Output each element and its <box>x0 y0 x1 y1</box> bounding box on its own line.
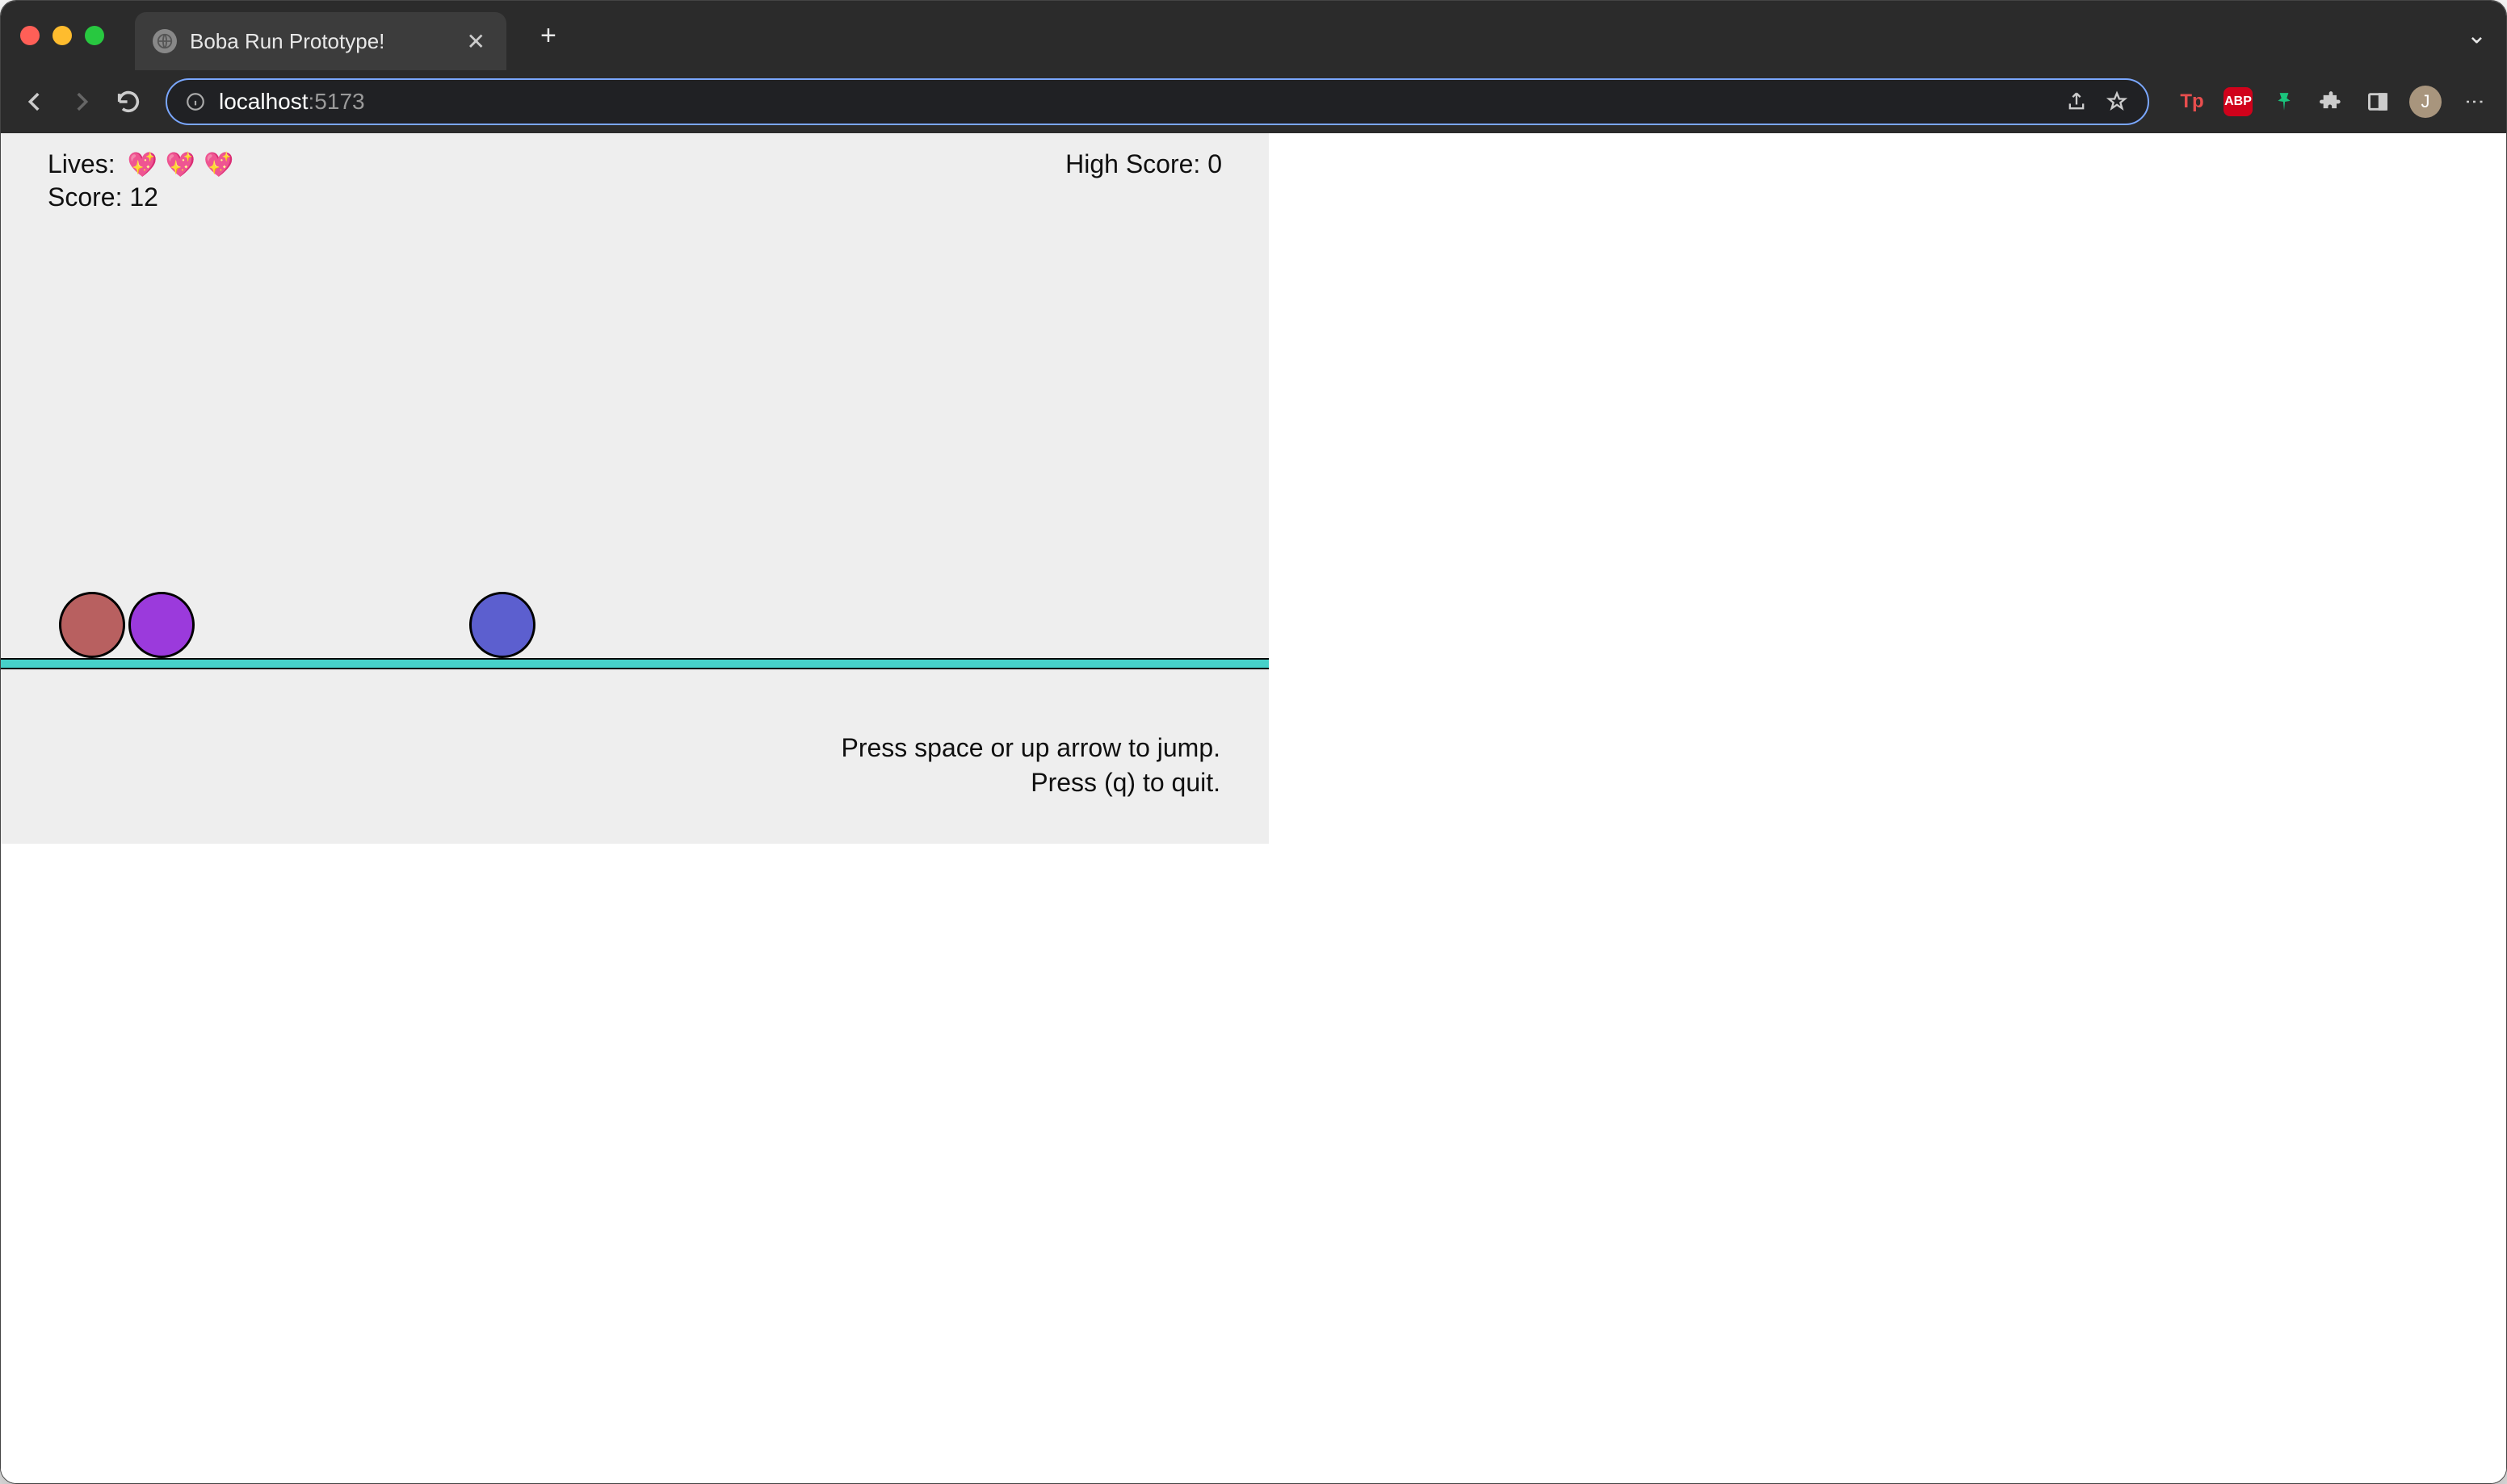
game-ball <box>128 592 195 658</box>
game-ball <box>59 592 125 658</box>
ground-line <box>1 658 1269 669</box>
hud-left: Lives: 💖 💖 💖 Score: 12 <box>48 149 234 212</box>
browser-menu-icon[interactable]: ⋮ <box>2458 87 2490 116</box>
bookmark-star-icon[interactable] <box>2102 87 2131 116</box>
window-controls <box>20 26 104 45</box>
globe-icon <box>153 29 177 53</box>
browser-toolbar: localhost:5173 Tp ABP J ⋮ <box>1 70 2506 133</box>
browser-tab[interactable]: Boba Run Prototype! ✕ <box>135 12 506 70</box>
close-window-button[interactable] <box>20 26 40 45</box>
fullscreen-window-button[interactable] <box>85 26 104 45</box>
help-jump: Press space or up arrow to jump. <box>841 731 1220 765</box>
page-content: Lives: 💖 💖 💖 Score: 12 High Score: 0 Press… <box>1 133 2506 1483</box>
heart-icon: 💖 <box>166 151 195 179</box>
extension-abp-icon[interactable]: ABP <box>2224 87 2253 116</box>
game-canvas[interactable]: Lives: 💖 💖 💖 Score: 12 High Score: 0 Press… <box>1 133 1269 844</box>
share-icon[interactable] <box>2062 87 2091 116</box>
forward-button[interactable] <box>64 84 99 119</box>
tab-list-dropdown[interactable]: ⌄ <box>2467 22 2487 50</box>
high-score-label: High Score: <box>1065 149 1200 178</box>
titlebar: Boba Run Prototype! ✕ + ⌄ <box>1 1 2506 70</box>
hud-top: Lives: 💖 💖 💖 Score: 12 High Score: 0 <box>48 149 1222 212</box>
game-ball <box>469 592 535 658</box>
extension-pin-icon[interactable] <box>2269 86 2299 117</box>
lives-hearts: 💖 💖 💖 <box>127 151 233 179</box>
high-score-value: 0 <box>1207 149 1222 178</box>
side-panel-icon[interactable] <box>2362 86 2393 117</box>
url-port: :5173 <box>309 89 365 114</box>
score-row: Score: 12 <box>48 182 234 212</box>
high-score-row: High Score: 0 <box>1065 149 1222 212</box>
browser-window: Boba Run Prototype! ✕ + ⌄ localhost:5173 <box>0 0 2507 1484</box>
tab-title: Boba Run Prototype! <box>190 29 451 54</box>
score-label: Score: <box>48 182 122 212</box>
minimize-window-button[interactable] <box>52 26 72 45</box>
new-tab-button[interactable]: + <box>531 14 566 58</box>
extensions-puzzle-icon[interactable] <box>2316 86 2346 117</box>
heart-icon: 💖 <box>127 151 157 179</box>
close-tab-icon[interactable]: ✕ <box>464 25 489 58</box>
chevron-down-icon: ⌄ <box>2467 23 2487 49</box>
reload-button[interactable] <box>111 84 146 119</box>
heart-icon: 💖 <box>204 151 233 179</box>
url-host: localhost <box>219 89 309 114</box>
address-bar[interactable]: localhost:5173 <box>166 78 2149 125</box>
help-quit: Press (q) to quit. <box>841 765 1220 800</box>
extension-icons: Tp ABP J ⋮ <box>2177 86 2490 118</box>
extension-tp-icon[interactable]: Tp <box>2177 86 2207 117</box>
profile-avatar[interactable]: J <box>2409 86 2442 118</box>
hud-bottom: Press space or up arrow to jump. Press (… <box>841 731 1220 800</box>
url-text: localhost:5173 <box>219 89 2051 115</box>
back-button[interactable] <box>17 84 52 119</box>
lives-label: Lives: <box>48 149 115 178</box>
score-value: 12 <box>129 182 158 212</box>
lives-row: Lives: 💖 💖 💖 <box>48 149 234 179</box>
site-info-icon[interactable] <box>183 90 208 114</box>
